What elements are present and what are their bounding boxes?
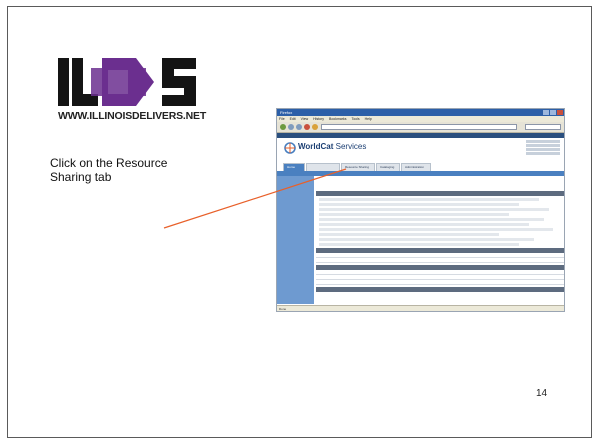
maximize-icon[interactable]: [550, 110, 556, 115]
browser-screenshot: Firefox File Edit View History Bookmarks…: [276, 108, 565, 312]
info-row: [316, 258, 564, 263]
content-title: [316, 182, 564, 189]
search-box[interactable]: [525, 124, 561, 130]
top-right-links: [526, 140, 560, 156]
news-line: [319, 228, 553, 231]
menu-view[interactable]: View: [301, 117, 309, 121]
news-line: [319, 213, 509, 216]
browser-status-bar: Done: [277, 305, 564, 311]
reload-icon[interactable]: [296, 124, 302, 130]
menu-history[interactable]: History: [313, 117, 324, 121]
tab-administration[interactable]: Administration: [401, 163, 431, 171]
news-line: [319, 223, 529, 226]
tab-home[interactable]: Home: [283, 163, 305, 171]
address-bar[interactable]: [321, 124, 517, 130]
forward-icon[interactable]: [288, 124, 294, 130]
tab-discovery[interactable]: [306, 163, 340, 171]
menu-bookmarks[interactable]: Bookmarks: [329, 117, 347, 121]
news-line: [319, 208, 549, 211]
instruction-text: Click on the Resource Sharing tab: [50, 156, 168, 184]
news-line: [319, 218, 544, 221]
tab-strip: [277, 171, 564, 176]
home-icon[interactable]: [312, 124, 318, 130]
menu-tools[interactable]: Tools: [351, 117, 359, 121]
browser-title: Firefox: [280, 110, 293, 115]
bookmarks-bar: [277, 133, 564, 138]
menu-help[interactable]: Help: [365, 117, 372, 121]
tab-cataloging[interactable]: Cataloging: [376, 163, 400, 171]
news-line: [319, 198, 539, 201]
news-line: [319, 203, 519, 206]
news-line: [319, 243, 519, 246]
news-line: [319, 238, 534, 241]
section-header-more: [316, 287, 564, 292]
worldcat-content: [316, 177, 564, 305]
logo-website: WWW.ILLINOISDELIVERS.NET: [58, 110, 207, 122]
info-row: [316, 280, 564, 285]
worldcat-logo-icon: [284, 142, 296, 154]
menu-edit[interactable]: Edit: [290, 117, 296, 121]
worldcat-tabs: Home Resource Sharing Cataloging Adminis…: [283, 163, 431, 171]
stop-icon[interactable]: [304, 124, 310, 130]
worldcat-brand: WorldCat Services: [298, 142, 366, 151]
left-sidebar: [277, 176, 314, 304]
browser-title-bar: Firefox: [277, 109, 564, 116]
minimize-icon[interactable]: [543, 110, 549, 115]
tab-resource-sharing[interactable]: Resource Sharing: [341, 163, 375, 171]
page-number: 14: [536, 388, 548, 399]
back-icon[interactable]: [280, 124, 286, 130]
menu-file[interactable]: File: [279, 117, 285, 121]
worldcat-brand-name: WorldCat: [298, 142, 334, 151]
browser-nav-bar: [277, 122, 564, 133]
section-header-news: [316, 191, 564, 196]
close-icon[interactable]: [557, 110, 563, 115]
news-line: [319, 233, 499, 236]
worldcat-brand-suffix: Services: [335, 142, 367, 151]
